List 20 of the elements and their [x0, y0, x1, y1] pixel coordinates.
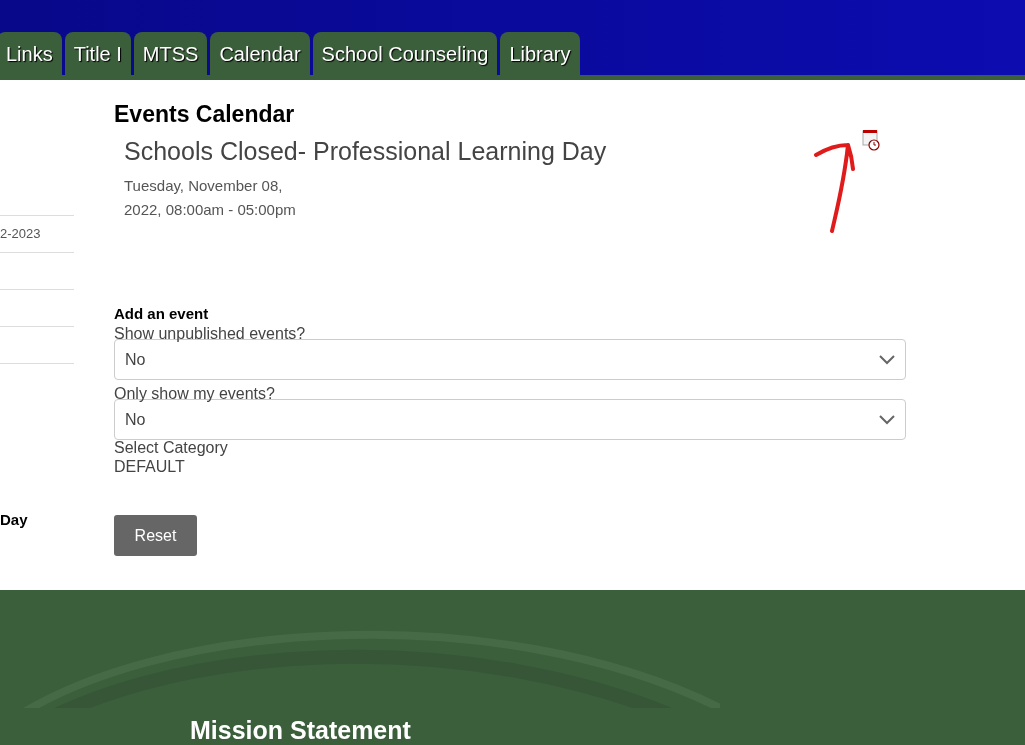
event-time: 2022, 08:00am - 05:00pm	[124, 200, 297, 220]
event-date: Tuesday, November 08,	[124, 176, 284, 196]
nav-tab[interactable]: MTSS	[133, 32, 208, 75]
category-value: DEFAULT	[114, 457, 186, 476]
calendar-icon[interactable]	[862, 128, 880, 152]
chevron-down-icon	[879, 354, 895, 365]
section-heading: Mission Statement	[190, 715, 411, 745]
nav-tab[interactable]: Calendar	[210, 32, 310, 75]
event-title[interactable]: Schools Closed- Professional Learning Day	[124, 135, 906, 167]
add-event-link[interactable]: Add an event	[114, 304, 906, 324]
reset-button[interactable]: Reset	[114, 515, 197, 556]
chevron-down-icon	[879, 414, 895, 425]
field-label: Select Category	[114, 438, 229, 457]
section-heading: Events Calendar	[114, 100, 296, 128]
nav-tab[interactable]: Title I	[64, 32, 131, 75]
nav-tab[interactable]: Links	[0, 32, 62, 75]
sidebar-item[interactable]: 2-2023	[0, 224, 41, 244]
nav-tab[interactable]: School Counseling	[312, 32, 498, 75]
event-title[interactable]: Day	[0, 509, 74, 532]
nav-tab[interactable]: Library	[500, 32, 580, 75]
